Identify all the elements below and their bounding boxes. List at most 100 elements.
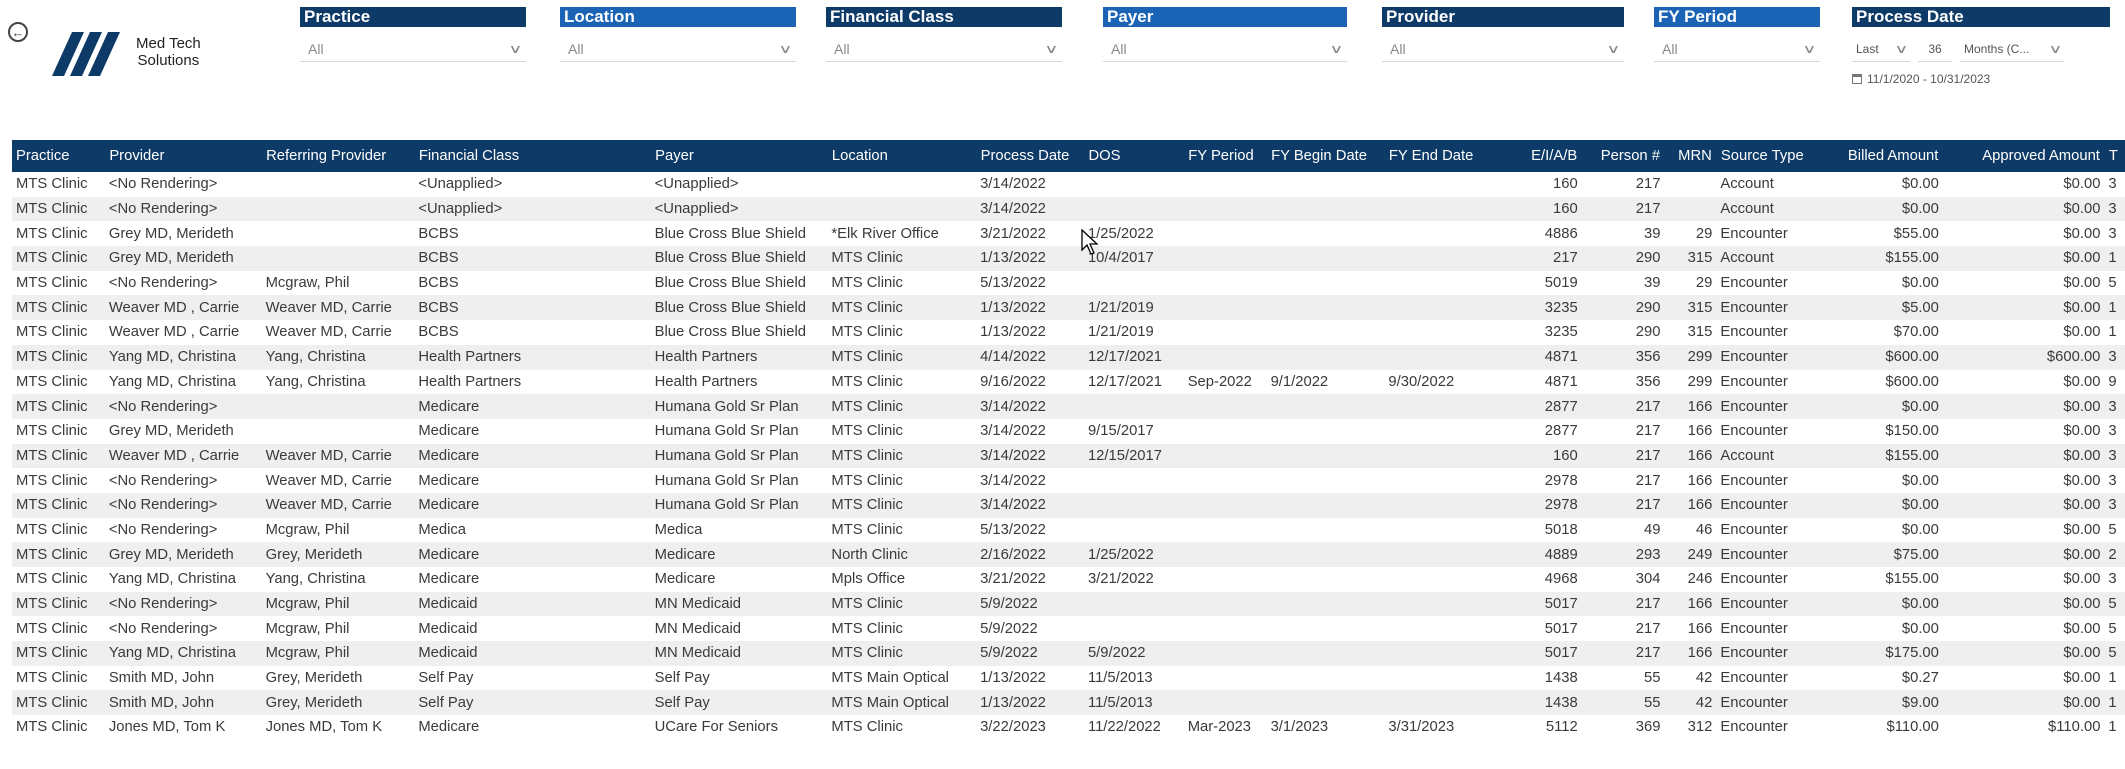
table-cell: 3/14/2022 xyxy=(976,394,1084,419)
table-cell: $150.00 xyxy=(1885,423,1939,440)
table-cell: 356 xyxy=(1635,373,1661,390)
column-header[interactable]: Referring Provider xyxy=(261,140,415,172)
table-row[interactable]: MTS Clinic Smith MD, John Grey, Merideth Se… xyxy=(12,666,2125,691)
table-cell: 5/13/2022 xyxy=(980,275,1046,292)
table-cell: $0.00 xyxy=(2063,423,2101,440)
table-cell xyxy=(1084,616,1184,641)
table-cell: MTS Clinic xyxy=(831,275,903,292)
column-header[interactable]: Source Type xyxy=(1716,140,1821,172)
column-header[interactable]: Process Date xyxy=(976,140,1085,172)
table-cell: Grey MD, Merideth xyxy=(108,225,234,242)
table-cell: 166 xyxy=(1664,394,1717,419)
table-cell: 299 xyxy=(1687,373,1713,390)
fy-period-dropdown-value: All xyxy=(1662,40,1678,57)
table-cell: Encounter xyxy=(1716,542,1821,567)
table-row[interactable]: MTS Clinic Grey MD, Merideth BCBS Blue Cros… xyxy=(12,221,2125,246)
provider-dropdown[interactable]: All ∨ xyxy=(1382,36,1624,62)
table-row[interactable]: MTS Clinic Yang MD, Christina Mcgraw, Phil… xyxy=(12,641,2125,666)
column-header[interactable]: Practice xyxy=(12,140,106,172)
location-dropdown[interactable]: All ∨ xyxy=(560,36,796,62)
table-cell xyxy=(1183,690,1267,716)
table-row[interactable]: MTS Clinic Weaver MD , Carrie Weaver MD, C… xyxy=(12,443,2125,469)
table-cell: 290 xyxy=(1635,324,1661,341)
column-header[interactable]: T xyxy=(2104,140,2125,172)
table-cell: UCare For Seniors xyxy=(654,719,778,736)
column-header[interactable]: FY Begin Date xyxy=(1266,140,1385,172)
table-row[interactable]: MTS Clinic Yang MD, Christina Yang, Christ… xyxy=(12,344,2125,370)
table-cell: Medicare xyxy=(414,394,651,419)
period-count-input[interactable]: 36 xyxy=(1918,36,1952,62)
table-row[interactable]: MTS Clinic Weaver MD , Carrie Weaver MD, C… xyxy=(12,295,2125,321)
table-row[interactable]: MTS Clinic Yang MD, Christina Yang, Christ… xyxy=(12,370,2125,395)
table-cell: MTS Clinic xyxy=(827,394,977,419)
column-header[interactable]: Payer xyxy=(650,140,828,172)
table-cell: 312 xyxy=(1687,719,1713,736)
table-cell: 3/14/2022 xyxy=(976,196,1084,222)
table-cell: MTS Clinic xyxy=(12,394,105,419)
table-cell: MTS Clinic xyxy=(16,176,88,193)
table-cell: 3/14/2022 xyxy=(976,443,1084,469)
table-cell: MTS Clinic xyxy=(12,591,105,617)
relative-period-dropdown[interactable]: Last ∨ xyxy=(1852,36,1910,62)
practice-dropdown[interactable]: All ∨ xyxy=(300,36,526,62)
table-cell xyxy=(1183,295,1267,321)
table-cell: 5018 xyxy=(1544,521,1578,538)
column-header[interactable]: DOS xyxy=(1083,140,1185,172)
table-row[interactable]: MTS Clinic Grey MD, Merideth Medicare Human… xyxy=(12,419,2125,444)
column-header[interactable]: Location xyxy=(827,140,977,172)
column-header[interactable]: Financial Class xyxy=(414,140,652,172)
table-row[interactable]: MTS Clinic <No Rendering> Medicare Humana G… xyxy=(12,394,2125,419)
table-row[interactable]: MTS Clinic <No Rendering> Mcgraw, Phil Medi… xyxy=(12,616,2125,641)
table-row[interactable]: MTS Clinic <No Rendering> Mcgraw, Phil Medi… xyxy=(12,591,2125,617)
table-cell: Humana Gold Sr Plan xyxy=(650,394,828,419)
table-row[interactable]: MTS Clinic Yang MD, Christina Yang, Christ… xyxy=(12,567,2125,592)
back-button[interactable]: ← xyxy=(8,22,28,42)
table-row[interactable]: MTS Clinic Grey MD, Merideth Grey, Meridet… xyxy=(12,542,2125,567)
column-header[interactable]: MRN xyxy=(1664,140,1717,172)
table-cell: MTS Clinic xyxy=(12,641,105,666)
table-row[interactable]: MTS Clinic Grey MD, Merideth BCBS Blue Cros… xyxy=(12,246,2125,271)
table-cell xyxy=(1184,518,1267,543)
table-cell xyxy=(1384,542,1506,567)
table-cell: $9.00 xyxy=(1820,690,1943,716)
table-cell: 166 xyxy=(1687,620,1713,637)
table-cell: $600.00 xyxy=(1942,344,2105,370)
chevron-down-icon: ∨ xyxy=(2048,41,2063,56)
payer-dropdown[interactable]: All ∨ xyxy=(1103,36,1347,62)
table-cell: MTS Clinic xyxy=(16,324,88,341)
column-header[interactable]: E/I/A/B xyxy=(1505,140,1583,172)
fy-period-dropdown[interactable]: All ∨ xyxy=(1654,36,1820,62)
med-tech-logo-icon xyxy=(52,32,120,76)
table-row[interactable]: MTS Clinic <No Rendering> <Unapplied> <Unap… xyxy=(12,172,2125,197)
column-header[interactable]: Approved Amount xyxy=(1942,140,2105,172)
column-header[interactable]: Provider xyxy=(104,140,263,172)
table-cell xyxy=(1267,419,1385,444)
table-row[interactable]: MTS Clinic Weaver MD , Carrie Weaver MD, C… xyxy=(12,320,2125,345)
table-cell xyxy=(1267,567,1385,592)
column-header[interactable]: Person # xyxy=(1581,140,1665,172)
financial-class-dropdown[interactable]: All ∨ xyxy=(826,36,1062,62)
column-header[interactable]: FY End Date xyxy=(1384,140,1507,172)
table-cell xyxy=(1267,518,1385,543)
table-row[interactable]: MTS Clinic <No Rendering> Mcgraw, Phil Medi… xyxy=(12,518,2125,543)
table-cell: Weaver MD, Carrie xyxy=(261,492,415,518)
table-cell: Grey MD, Merideth xyxy=(104,246,262,271)
logo-text-line1: Med Tech xyxy=(136,35,201,52)
table-cell: 166 xyxy=(1687,472,1713,489)
table-row[interactable]: MTS Clinic Jones MD, Tom K Jones MD, Tom K… xyxy=(12,715,2125,740)
table-cell: Humana Gold Sr Plan xyxy=(654,423,799,440)
table-cell: Encounter xyxy=(1720,472,1788,489)
data-table-container: Practice Provider Referring Provider Financ… xyxy=(12,140,2125,740)
table-row[interactable]: MTS Clinic Smith MD, John Grey, Merideth Se… xyxy=(12,690,2125,716)
table-row[interactable]: MTS Clinic <No Rendering> Mcgraw, Phil BCBS… xyxy=(12,271,2125,296)
slicer-process-date: Process Date Last ∨ 36 Months (C... ∨ 11… xyxy=(1852,7,2110,86)
table-cell xyxy=(261,246,415,271)
column-header[interactable]: Billed Amount xyxy=(1820,140,1944,172)
table-row[interactable]: MTS Clinic <No Rendering> Weaver MD, Carri… xyxy=(12,492,2125,518)
table-row[interactable]: MTS Clinic <No Rendering> <Unapplied> <Unap… xyxy=(12,196,2125,222)
period-unit-dropdown[interactable]: Months (C... ∨ xyxy=(1960,36,2064,62)
table-cell: 217 xyxy=(1635,620,1661,637)
column-header[interactable]: FY Period xyxy=(1183,140,1268,172)
table-row[interactable]: MTS Clinic <No Rendering> Weaver MD, Carri… xyxy=(12,468,2125,493)
table-cell: Medicare xyxy=(418,423,480,440)
